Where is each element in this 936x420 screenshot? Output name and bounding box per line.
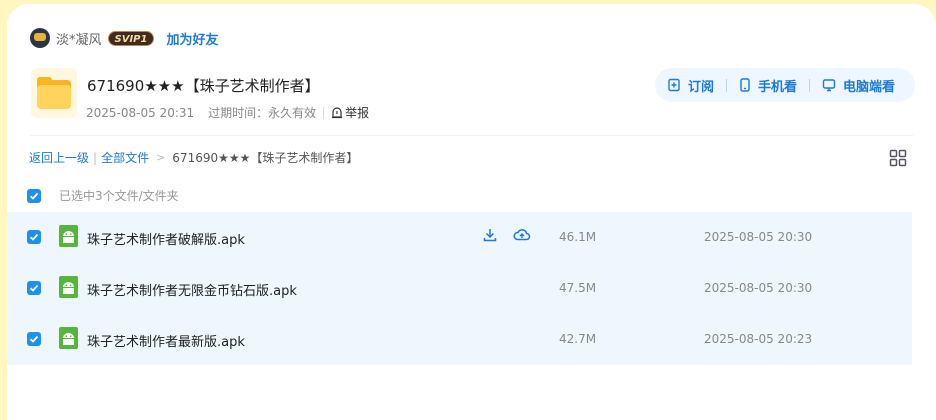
file-list: 珠子艺术制作者破解版.apk 46.1M 2025-08-05 20:30 珠子… bbox=[7, 212, 912, 365]
file-size: 46.1M bbox=[559, 230, 597, 244]
phone-icon bbox=[740, 78, 750, 92]
selection-row: 已选中3个文件/文件夹 bbox=[27, 187, 179, 204]
pc-view-label: 电脑端看 bbox=[843, 79, 896, 95]
file-checkbox[interactable] bbox=[27, 281, 41, 295]
file-checkbox[interactable] bbox=[27, 230, 41, 244]
select-all-checkbox[interactable] bbox=[27, 188, 41, 203]
chevron-right-icon: > bbox=[156, 151, 166, 164]
folder-meta: 2025-08-05 20:31 过期时间： 永久有效 举报 bbox=[86, 104, 369, 121]
check-icon bbox=[29, 335, 39, 343]
mobile-view-button[interactable]: 手机看 bbox=[739, 76, 797, 95]
action-bar: 订阅 手机看 电脑端看 bbox=[655, 68, 915, 102]
add-friend-link[interactable]: 加为好友 bbox=[166, 29, 218, 48]
mobile-view-label: 手机看 bbox=[758, 79, 798, 95]
file-date: 2025-08-05 20:30 bbox=[704, 230, 813, 244]
file-checkbox[interactable] bbox=[27, 332, 41, 346]
share-date: 2025-08-05 20:31 bbox=[86, 105, 195, 120]
subscribe-label: 订阅 bbox=[688, 79, 715, 95]
avatar[interactable] bbox=[30, 28, 50, 48]
grid-view-icon[interactable] bbox=[889, 149, 907, 167]
file-date: 2025-08-05 20:30 bbox=[704, 281, 813, 295]
file-row[interactable]: 珠子艺术制作者无限金币钻石版.apk 47.5M 2025-08-05 20:3… bbox=[7, 263, 912, 314]
monitor-icon bbox=[822, 79, 836, 92]
report-label: 举报 bbox=[345, 106, 370, 120]
check-icon bbox=[29, 284, 39, 292]
svip-badge: SVIP1 bbox=[107, 30, 155, 46]
file-size: 47.5M bbox=[559, 281, 597, 295]
file-row[interactable]: 珠子艺术制作者破解版.apk 46.1M 2025-08-05 20:30 bbox=[7, 212, 912, 263]
subscribe-button[interactable]: 订阅 bbox=[667, 76, 714, 95]
back-link[interactable]: 返回上一级 bbox=[29, 149, 89, 166]
file-name[interactable]: 珠子艺术制作者最新版.apk bbox=[87, 331, 245, 350]
file-name[interactable]: 珠子艺术制作者无限金币钻石版.apk bbox=[87, 280, 297, 299]
file-size: 42.7M bbox=[559, 332, 597, 346]
report-icon bbox=[332, 106, 343, 118]
check-icon bbox=[29, 233, 39, 241]
pc-view-button[interactable]: 电脑端看 bbox=[822, 76, 895, 95]
save-to-cloud-icon[interactable] bbox=[513, 227, 531, 243]
expire-label: 过期时间： bbox=[208, 106, 269, 120]
user-name[interactable]: 淡*凝风 bbox=[56, 29, 102, 48]
download-icon[interactable] bbox=[482, 227, 498, 243]
expire-value: 永久有效 bbox=[268, 106, 317, 120]
file-date: 2025-08-05 20:23 bbox=[704, 332, 813, 346]
file-name[interactable]: 珠子艺术制作者破解版.apk bbox=[87, 229, 245, 248]
all-files-link[interactable]: 全部文件 bbox=[101, 149, 149, 166]
divider bbox=[30, 135, 913, 136]
file-row[interactable]: 珠子艺术制作者最新版.apk 42.7M 2025-08-05 20:23 bbox=[7, 314, 912, 365]
selection-count: 已选中3个文件/文件夹 bbox=[59, 189, 179, 203]
folder-title: 671690★★★【珠子艺术制作者】 bbox=[87, 77, 320, 95]
folder-icon bbox=[31, 68, 77, 118]
report-button[interactable]: 举报 bbox=[331, 104, 369, 121]
bookmark-icon bbox=[668, 78, 680, 92]
current-folder: 671690★★★【珠子艺术制作者】 bbox=[172, 151, 359, 165]
android-apk-icon bbox=[59, 225, 78, 247]
user-row: 淡*凝风 SVIP1 加为好友 bbox=[30, 27, 218, 49]
android-apk-icon bbox=[59, 327, 78, 349]
breadcrumb: 返回上一级 | 全部文件 > 671690★★★【珠子艺术制作者】 bbox=[29, 149, 359, 166]
share-card: 淡*凝风 SVIP1 加为好友 671690★★★【珠子艺术制作者】 2025-… bbox=[7, 4, 936, 420]
check-icon bbox=[29, 192, 39, 200]
android-apk-icon bbox=[59, 276, 78, 298]
